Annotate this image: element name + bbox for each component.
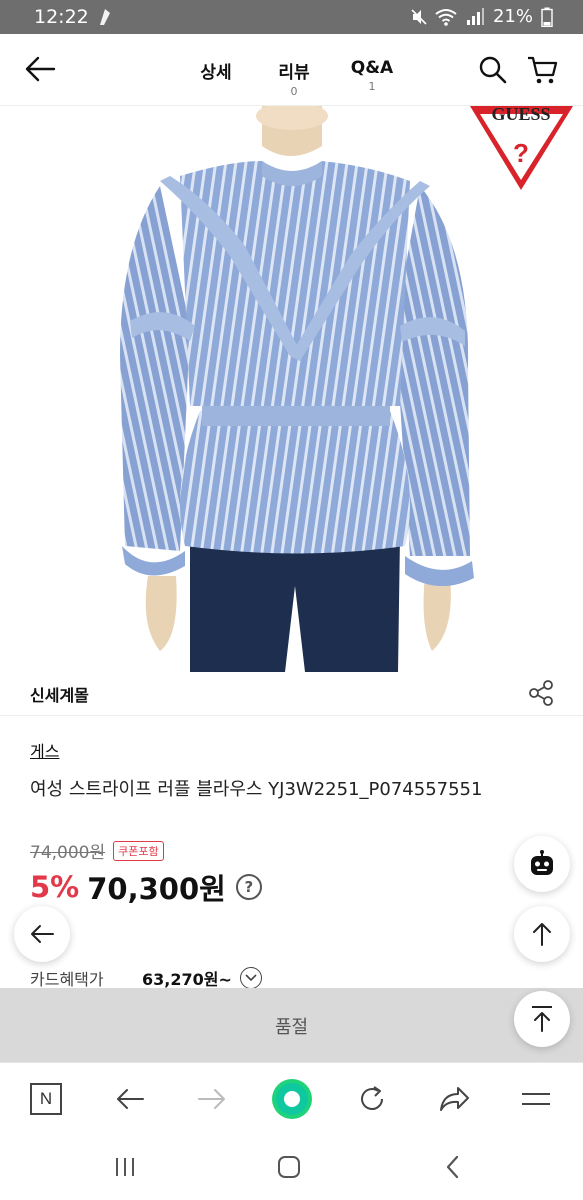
chevron-left-icon [446,1155,459,1179]
hamburger-menu-icon [522,1093,550,1105]
forward-share-icon [440,1087,469,1111]
product-image[interactable]: GUESS ? [0,106,583,672]
price-help-button[interactable]: ? [235,874,262,900]
home-button[interactable] [274,1152,304,1182]
soldout-bar: 품절 [0,988,583,1062]
share-button[interactable] [526,678,556,708]
arrow-left-icon [25,56,56,82]
cart-button[interactable] [526,54,560,86]
brand-link[interactable]: 게스 [30,738,59,762]
tab-detail-label: 상세 [200,63,232,83]
blouse-photo: GUESS ? [120,106,573,672]
browser-refresh-button[interactable] [352,1079,392,1119]
shop-row: 신세계몰 [0,672,583,716]
browser-back-button[interactable] [110,1079,150,1119]
scroll-up-button[interactable] [514,906,570,962]
chatbot-button[interactable] [514,836,570,892]
tab-qna[interactable]: Q&A 1 [350,58,394,93]
original-price: 74,000원 [30,843,106,863]
home-icon [278,1156,300,1178]
signal-icon [466,7,484,25]
original-price-row: 74,000원 쿠폰포함 [30,838,164,863]
status-bar: 12:22 21% [0,0,583,34]
scroll-to-top-button[interactable] [514,991,570,1047]
search-button[interactable] [478,54,508,86]
coupon-badge: 쿠폰포함 [113,840,164,861]
battery-icon [541,7,553,27]
browser-forward-button[interactable] [192,1079,232,1119]
tab-detail[interactable]: 상세 [196,58,236,83]
tab-qna-label: Q&A [350,58,394,78]
recent-apps-icon [116,1158,134,1176]
back-button[interactable] [22,54,58,84]
search-icon [479,56,507,84]
browser-toolbar: N [0,1062,583,1134]
arrow-left-icon [31,925,54,943]
shop-name[interactable]: 신세계몰 [30,682,89,706]
app-notification-icon [100,9,110,25]
system-back-button[interactable] [438,1152,468,1182]
chevron-down-icon [245,974,257,982]
system-navigation-bar [0,1134,583,1200]
arrow-up-icon [533,923,551,946]
svg-text:?: ? [513,138,529,168]
scroll-top-icon [532,1006,552,1032]
card-benefit-expand-button[interactable] [239,967,262,989]
arrow-right-icon [198,1089,225,1109]
arrow-left-icon [117,1089,144,1109]
svg-text:GUESS: GUESS [491,106,550,124]
card-benefit-label: 카드혜택가 [30,970,104,989]
final-price: 70,300원 [87,872,226,906]
product-header: 상세 리뷰 0 Q&A 1 [0,34,583,106]
card-benefit-price: 63,270원~ [142,970,232,989]
recent-apps-button[interactable] [110,1152,140,1182]
browser-share-button[interactable] [434,1079,474,1119]
cart-icon [528,56,558,84]
mute-icon [411,8,427,25]
tab-review-label: 리뷰 [278,63,310,83]
guess-logo: GUESS ? [470,106,573,190]
review-count: 0 [290,85,298,98]
browser-home-button[interactable]: N [26,1079,66,1119]
refresh-icon [361,1086,383,1110]
status-icons: 21% [411,6,553,27]
floating-back-button[interactable] [14,906,70,962]
tab-review[interactable]: 리뷰 0 [274,58,314,98]
share-icon [529,680,553,706]
naver-n-icon: N [30,1083,62,1115]
qna-count: 1 [368,80,376,93]
browser-green-dot-button[interactable] [270,1077,314,1121]
product-title: 여성 스트라이프 러플 블라우스 YJ3W2251_P074557551 [30,779,483,800]
soldout-label: 품절 [274,1017,309,1038]
price-row: 5% 70,300원 ? [30,866,262,908]
discount-rate: 5% [30,870,80,904]
card-benefit-row: 카드혜택가 63,270원~ [30,966,262,990]
green-dot-icon [272,1079,312,1119]
wifi-icon [435,8,457,26]
robot-icon [531,850,553,875]
browser-menu-button[interactable] [516,1079,556,1119]
status-time: 12:22 [34,6,89,28]
battery-percent: 21% [492,6,533,27]
